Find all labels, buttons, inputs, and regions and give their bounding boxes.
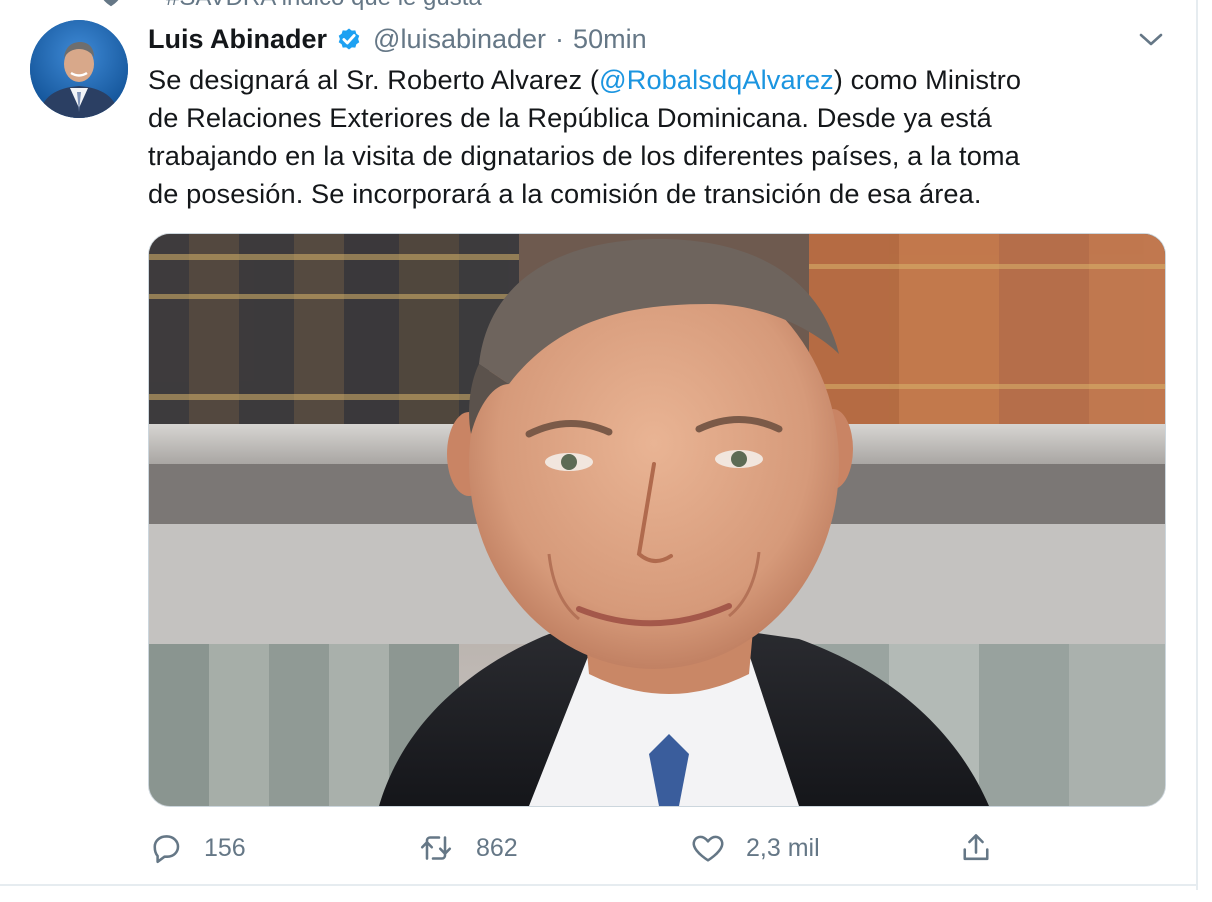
retweet-button[interactable]: 862 — [418, 826, 518, 870]
verified-badge-icon — [338, 28, 360, 50]
author-name[interactable]: Luis Abinader — [148, 24, 327, 55]
tweet-header: Luis Abinader @luisabinader · 50min — [148, 20, 647, 58]
retweet-count: 862 — [476, 833, 518, 862]
tweet-text-segment: Se designará al Sr. Roberto Alvarez ( — [148, 64, 600, 95]
retweet-icon — [420, 836, 452, 860]
like-button[interactable]: 2,3 mil — [690, 826, 820, 870]
tweet-text-line: Se designará al Sr. Roberto Alvarez (@Ro… — [148, 61, 1160, 99]
author-handle[interactable]: @luisabinader — [373, 24, 546, 55]
tweet-timestamp[interactable]: 50min — [573, 24, 647, 55]
heart-icon — [692, 835, 724, 862]
reply-count: 156 — [204, 833, 246, 862]
reply-icon — [153, 835, 180, 864]
social-context-text: #SAVDRA indicó que le gusta — [166, 0, 482, 12]
column-divider — [1196, 0, 1198, 890]
profile-photo — [30, 20, 128, 118]
avatar[interactable] — [30, 20, 128, 118]
reply-button[interactable]: 156 — [148, 826, 246, 870]
tweet-card[interactable]: #SAVDRA indicó que le gusta Luis Abinade… — [0, 0, 1212, 902]
chevron-down-icon[interactable] — [1138, 30, 1164, 50]
social-context: #SAVDRA indicó que le gusta — [100, 0, 482, 12]
separator-dot: · — [555, 23, 565, 54]
share-button[interactable] — [958, 826, 994, 870]
heart-icon — [103, 0, 119, 7]
tweet-text-segment: ) como Ministro — [833, 64, 1022, 95]
mention-link[interactable]: @RobalsdqAlvarez — [599, 64, 834, 95]
tweet-divider — [0, 884, 1198, 886]
tweet-text-line: de Relaciones Exteriores de la República… — [148, 102, 992, 133]
tweet-text-line: trabajando en la visita de dignatarios d… — [148, 140, 1020, 171]
share-icon — [963, 834, 989, 861]
like-count: 2,3 mil — [746, 833, 820, 862]
tweet-photo[interactable] — [148, 233, 1166, 807]
tweet-actions: 156 862 2,3 mil — [0, 826, 1212, 870]
portrait-photo — [149, 234, 1165, 806]
tweet-text-line: de posesión. Se incorporará a la comisió… — [148, 178, 982, 209]
tweet-text: Se designará al Sr. Roberto Alvarez (@Ro… — [148, 61, 1160, 213]
